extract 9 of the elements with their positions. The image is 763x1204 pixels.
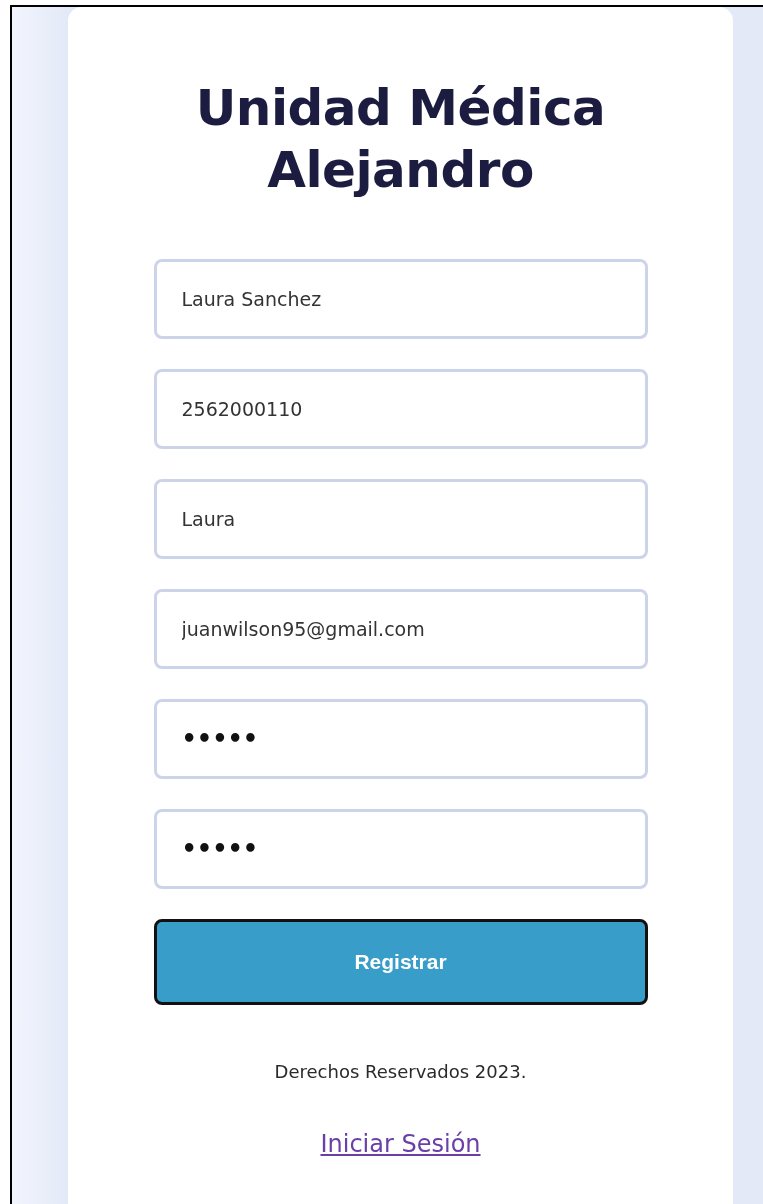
- input-field[interactable]: Laura Sanchez: [153, 259, 648, 339]
- copyright-text: Derechos Reservados 2023.: [274, 1061, 527, 1082]
- input-field[interactable]: juanwilson95@gmail.com: [153, 589, 648, 669]
- input-field[interactable]: Laura: [153, 479, 648, 559]
- input-field[interactable]: 2562000110: [153, 369, 648, 449]
- page-title: Unidad Médica Alejandro: [194, 78, 607, 201]
- password-field[interactable]: •••••: [153, 699, 648, 779]
- password-field[interactable]: •••••: [153, 809, 648, 889]
- login-link[interactable]: Iniciar Sesión: [320, 1130, 481, 1158]
